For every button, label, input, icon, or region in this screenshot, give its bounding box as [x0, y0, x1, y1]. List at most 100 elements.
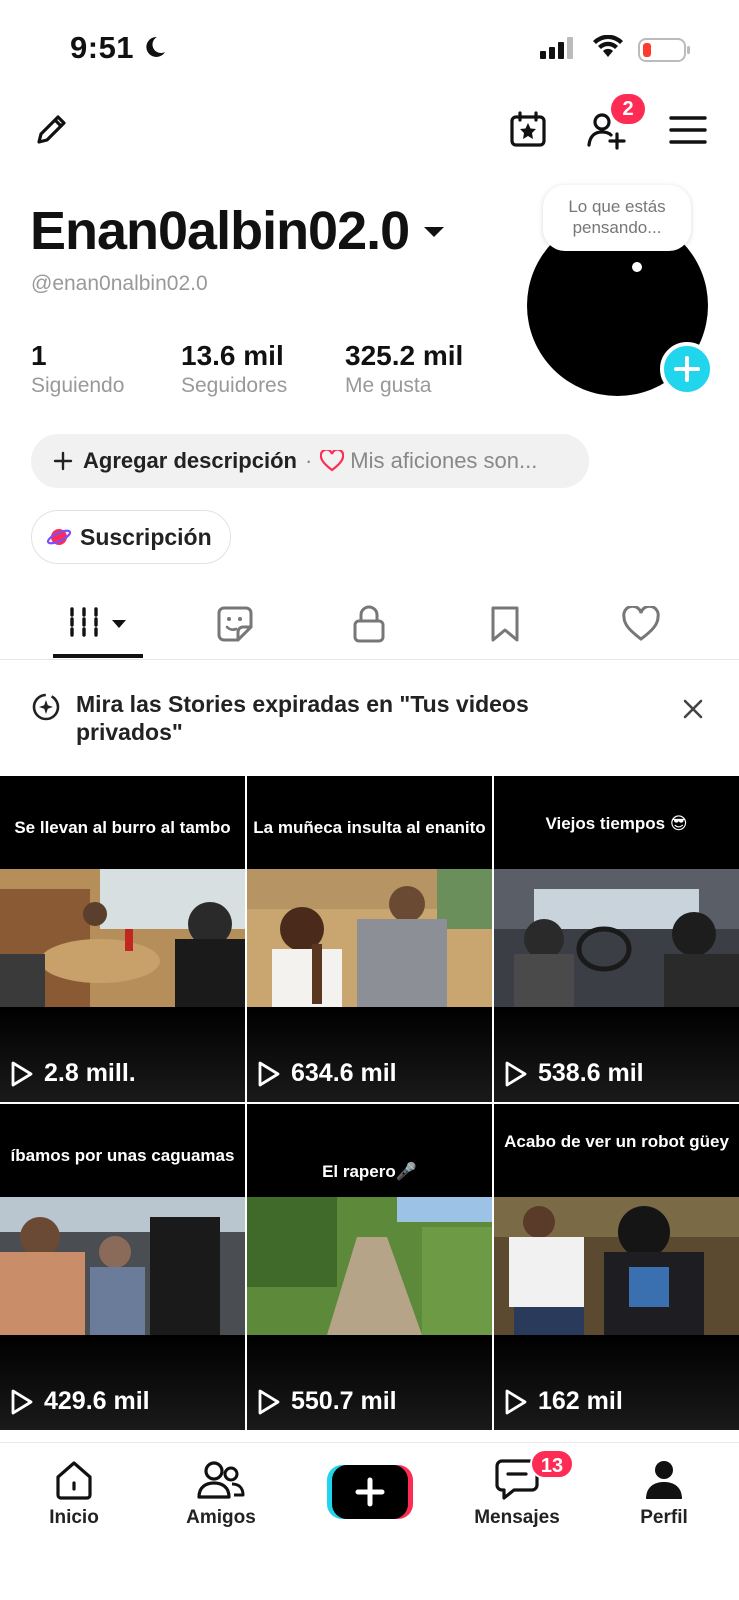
plus-icon	[674, 356, 700, 382]
chevron-down-icon	[424, 227, 445, 237]
video-preview-image	[0, 1197, 245, 1335]
expired-stories-banner[interactable]: Mira las Stories expiradas en "Tus video…	[0, 662, 739, 774]
view-count-value: 550.7 mil	[291, 1387, 397, 1415]
sticker-icon	[217, 606, 253, 642]
planet-icon	[46, 529, 72, 545]
video-caption: La muñeca insulta al enanito	[253, 818, 486, 837]
username-switcher[interactable]: Enan0albin02.0	[30, 200, 449, 262]
cellular-signal-icon	[540, 37, 573, 59]
thought-bubble-tail	[632, 262, 642, 272]
status-time: 9:51	[70, 30, 135, 65]
likes-stat[interactable]: 325.2 mil Me gusta	[345, 340, 463, 398]
video-thumbnail[interactable]: La muñeca insulta al enanito 634.6 mil	[247, 776, 492, 1102]
bottom-nav: Inicio Amigos Mensajes 13 Perfil	[0, 1442, 739, 1600]
video-caption: Se llevan al burro al tambo	[14, 818, 231, 837]
display-name: Enan0albin02.0	[30, 201, 410, 261]
video-preview-image	[0, 869, 245, 1007]
video-preview-image	[494, 869, 739, 1007]
status-bar: 9:51	[0, 0, 739, 90]
battery-icon	[638, 38, 690, 62]
close-icon[interactable]	[682, 698, 704, 720]
wifi-icon	[593, 35, 623, 57]
friends-icon	[197, 1461, 245, 1499]
followers-label: Seguidores	[181, 374, 288, 397]
nav-profile[interactable]: Perfil	[604, 1443, 724, 1529]
subscription-button[interactable]: Suscripción	[31, 510, 231, 564]
thought-bubble[interactable]: Lo que estás pensando...	[543, 185, 691, 251]
profile-tabs	[0, 590, 739, 660]
play-icon	[505, 1389, 527, 1414]
view-count: 429.6 mil	[10, 1387, 150, 1416]
following-label: Siguiendo	[31, 374, 125, 397]
view-count-value: 429.6 mil	[44, 1387, 150, 1415]
heart-icon	[320, 450, 345, 472]
play-icon	[11, 1061, 33, 1086]
video-caption: íbamos por unas caguamas	[10, 1146, 235, 1165]
video-thumbnail[interactable]: Viejos tiempos 😎 538.6 mil	[494, 776, 739, 1102]
tab-stickers[interactable]	[195, 590, 275, 658]
video-caption: Acabo de ver un robot güey	[504, 1132, 729, 1151]
active-tab-indicator	[53, 654, 143, 658]
home-icon	[56, 1461, 92, 1500]
thought-bubble-text: Lo que estás pensando...	[568, 197, 666, 237]
view-count: 538.6 mil	[504, 1059, 644, 1088]
likes-count: 325.2 mil	[345, 340, 464, 371]
calendar-star-icon[interactable]	[503, 105, 553, 155]
following-count: 1	[31, 340, 47, 371]
edit-icon[interactable]	[26, 105, 76, 155]
view-count: 162 mil	[504, 1387, 623, 1416]
add-description-pill[interactable]: Agregar descripción · Mis aficiones son.…	[31, 434, 589, 488]
view-count: 634.6 mil	[257, 1059, 397, 1088]
video-thumbnail[interactable]: íbamos por unas caguamas 429.6 mil	[0, 1104, 245, 1430]
followers-count: 13.6 mil	[181, 340, 284, 371]
hobbies-prompt: Mis aficiones son...	[350, 448, 538, 473]
grid-icon	[70, 607, 98, 641]
messages-badge: 13	[530, 1449, 574, 1479]
likes-label: Me gusta	[345, 374, 432, 397]
friend-requests-badge: 2	[611, 94, 645, 124]
video-preview-image	[494, 1197, 739, 1335]
play-icon	[505, 1061, 527, 1086]
nav-friends[interactable]: Amigos	[161, 1443, 281, 1529]
play-icon	[258, 1061, 280, 1086]
tab-liked[interactable]	[601, 590, 681, 658]
moon-icon	[146, 36, 165, 57]
view-count: 2.8 mill.	[10, 1059, 136, 1088]
create-button[interactable]	[327, 1465, 413, 1519]
nav-profile-label: Perfil	[640, 1507, 688, 1528]
nav-home[interactable]: Inicio	[14, 1443, 134, 1529]
menu-icon[interactable]	[663, 105, 713, 155]
followers-stat[interactable]: 13.6 mil Seguidores	[181, 340, 287, 398]
heart-icon	[622, 606, 660, 641]
add-avatar-button[interactable]	[660, 342, 714, 396]
view-count: 550.7 mil	[257, 1387, 397, 1416]
video-thumbnail[interactable]: El rapero🎤 550.7 mil	[247, 1104, 492, 1430]
tab-saved[interactable]	[465, 590, 545, 658]
plus-icon	[53, 451, 73, 471]
profile-handle: @enan0nalbin02.0	[31, 272, 208, 295]
video-caption: El rapero🎤	[322, 1162, 417, 1181]
video-thumbnail[interactable]: Se llevan al burro al tambo 2.8 mill.	[0, 776, 245, 1102]
tab-videos[interactable]	[53, 590, 143, 658]
video-caption: Viejos tiempos 😎	[545, 814, 688, 833]
nav-friends-label: Amigos	[186, 1507, 256, 1528]
view-count-value: 162 mil	[538, 1387, 623, 1415]
separator-dot: ·	[304, 448, 313, 473]
lock-icon	[353, 605, 385, 643]
following-stat[interactable]: 1 Siguiendo	[31, 340, 124, 398]
nav-messages-label: Mensajes	[474, 1507, 560, 1528]
add-description-label: Agregar descripción	[83, 448, 297, 473]
video-preview-image	[247, 869, 492, 1007]
top-nav: 2	[0, 94, 739, 165]
chevron-down-icon	[112, 620, 126, 628]
video-thumbnail[interactable]: Acabo de ver un robot güey 162 mil	[494, 1104, 739, 1430]
nav-home-label: Inicio	[49, 1507, 99, 1528]
play-icon	[11, 1389, 33, 1414]
view-count-value: 538.6 mil	[538, 1059, 644, 1087]
view-count-value: 634.6 mil	[291, 1059, 397, 1087]
bookmark-icon	[491, 606, 519, 642]
tab-private[interactable]	[329, 590, 409, 658]
profile-icon	[646, 1461, 682, 1499]
story-sparkle-icon	[32, 693, 60, 721]
view-count-value: 2.8 mill.	[44, 1059, 136, 1087]
